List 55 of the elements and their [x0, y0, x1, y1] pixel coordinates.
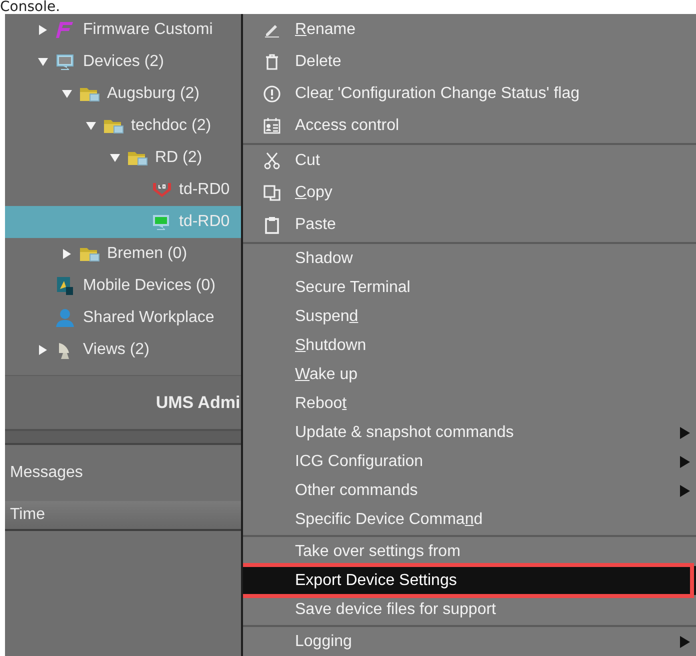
tree-item[interactable]: td-RD0: [5, 206, 241, 238]
menu-item[interactable]: Other commands: [243, 476, 696, 505]
tree-item[interactable]: Bremen (0): [5, 238, 241, 270]
f-logo-icon: [55, 20, 75, 40]
menu-item[interactable]: Save device files for support: [243, 595, 696, 624]
copy-icon: [263, 184, 281, 202]
menu-item[interactable]: Take over settings from: [243, 537, 696, 566]
trash-icon: [263, 53, 281, 71]
menu-item[interactable]: Clear 'Configuration Change Status' flag: [243, 78, 696, 110]
collapsed-arrow-icon[interactable]: [39, 25, 47, 35]
menu-item[interactable]: Rename: [243, 14, 696, 46]
collapsed-arrow-icon[interactable]: [39, 345, 47, 355]
expanded-arrow-icon[interactable]: [38, 58, 48, 66]
shield-icon: [151, 180, 173, 200]
user-icon: [55, 308, 75, 328]
menu-item[interactable]: Specific Device Command: [243, 505, 696, 534]
menu-item[interactable]: Logging: [243, 627, 696, 656]
menu-item[interactable]: Shutdown: [243, 331, 696, 360]
messages-label: Messages: [10, 464, 83, 482]
tree-item[interactable]: Shared Workplace: [5, 302, 241, 334]
column-header[interactable]: Time: [5, 501, 241, 531]
id-card-icon: [263, 117, 281, 135]
menu-item[interactable]: Secure Terminal: [243, 273, 696, 302]
tree-item[interactable]: RD (2): [5, 142, 241, 174]
tree-item[interactable]: techdoc (2): [5, 110, 241, 142]
expanded-arrow-icon[interactable]: [62, 90, 72, 98]
menu-item[interactable]: Paste: [243, 209, 696, 241]
tree-item[interactable]: td-RD0: [5, 174, 241, 206]
monitor-icon: [151, 212, 171, 232]
menu-item[interactable]: ICG Configuration: [243, 447, 696, 476]
monitor-icon: [55, 52, 75, 72]
scissors-icon: [263, 152, 281, 170]
exclamation-icon: [263, 85, 281, 103]
menu-item[interactable]: Reboot: [243, 389, 696, 418]
caption-text: Console.: [0, 0, 62, 14]
menu-item[interactable]: Update & snapshot commands: [243, 418, 696, 447]
menu-item[interactable]: Shadow: [243, 244, 696, 273]
menu-item[interactable]: Delete: [243, 46, 696, 78]
menu-item[interactable]: Export Device Settings: [243, 566, 696, 595]
panel-header: UMS Admi: [5, 375, 241, 431]
menu-item[interactable]: Access control: [243, 110, 696, 142]
tree-item[interactable]: Views (2): [5, 334, 241, 366]
expanded-arrow-icon[interactable]: [110, 154, 120, 162]
expanded-arrow-icon[interactable]: [86, 122, 96, 130]
clipboard-icon: [263, 216, 281, 234]
menu-item[interactable]: Wake up: [243, 360, 696, 389]
tree-item[interactable]: Augsburg (2): [5, 78, 241, 110]
collapsed-arrow-icon[interactable]: [63, 249, 71, 259]
menu-item[interactable]: Copy: [243, 177, 696, 209]
tree-item[interactable]: Mobile Devices (0): [5, 270, 241, 302]
tree-item[interactable]: Devices (2): [5, 46, 241, 78]
menu-item[interactable]: Cut: [243, 145, 696, 177]
menu-item[interactable]: Suspend: [243, 302, 696, 331]
tree-item[interactable]: Firmware Customi: [5, 14, 241, 46]
tablet-icon: [55, 276, 75, 296]
